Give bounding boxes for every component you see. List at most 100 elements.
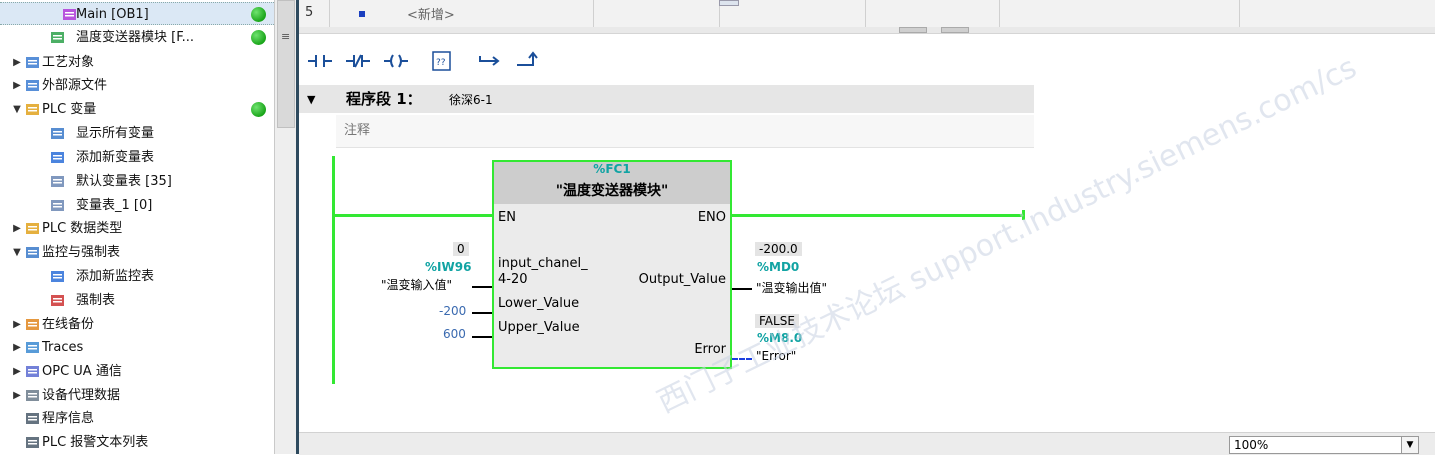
output-address: %MD0 — [757, 260, 800, 274]
block-interface-row[interactable]: 5 <新增> — [299, 0, 1435, 28]
tree-item[interactable]: ▼ 监控与强制表 — [0, 241, 274, 264]
ladder-editor: 5 <新增> ?? ▼ 程序段 1： 徐深6-1 注释 %FC1 "温度变送器模… — [299, 0, 1435, 455]
lower-value-operand[interactable]: -200 — [439, 304, 466, 318]
close-branch-icon[interactable] — [513, 48, 543, 74]
ladder-network: %FC1 "温度变送器模块" EN ENO input_chanel_ 4-20… — [299, 50, 1362, 420]
tree-item[interactable]: 添加新变量表 — [0, 146, 274, 169]
error-tag[interactable]: "Error" — [756, 349, 796, 363]
collapse-icon[interactable]: ▼ — [12, 241, 22, 264]
tree-item-label: 显示所有变量 — [76, 126, 155, 141]
tree-item-label: 外部源文件 — [42, 78, 108, 93]
output-value-pin: Output_Value — [638, 272, 726, 287]
interface-new-placeholder[interactable]: <新增> — [407, 4, 455, 23]
output-live-value: -200.0 — [755, 242, 802, 256]
tree-item[interactable]: 添加新监控表 — [0, 265, 274, 288]
splitter-down-button[interactable] — [941, 27, 969, 33]
tree-item-label: 在线备份 — [42, 317, 95, 332]
tree-item-label: 温度变送器模块 [F... — [76, 30, 194, 45]
upper-value-pin: Upper_Value — [498, 320, 580, 335]
input-channel-pin: input_chanel_ — [498, 256, 588, 271]
watch-table-folder-icon — [25, 245, 41, 260]
zoom-select[interactable]: 100% ▼ — [1229, 436, 1419, 454]
tree-item-label: 默认变量表 [35] — [76, 174, 172, 189]
empty-box-icon[interactable]: ?? — [427, 48, 457, 74]
network-subtitle[interactable]: 徐深6-1 — [449, 91, 493, 108]
tree-item[interactable]: ▶ 设备代理数据 — [0, 384, 274, 407]
chevron-down-icon[interactable]: ▼ — [1401, 437, 1418, 453]
tree-item[interactable]: 强制表 — [0, 289, 274, 312]
tree-item[interactable]: PLC 报警文本列表 — [0, 431, 274, 454]
nc-contact-icon[interactable] — [343, 48, 373, 74]
tree-item[interactable]: 温度变送器模块 [F... — [0, 26, 274, 49]
tree-item[interactable]: ▶ OPC UA 通信 — [0, 360, 274, 383]
upper-value-wire — [472, 336, 492, 338]
lad-toolbar: ?? — [299, 40, 1435, 84]
network-header[interactable]: ▼ 程序段 1： 徐深6-1 — [299, 85, 1034, 113]
open-branch-icon[interactable] — [475, 48, 505, 74]
expand-icon[interactable]: ▶ — [12, 336, 22, 359]
tree-item-label: Traces — [42, 340, 84, 355]
tree-item-label: 程序信息 — [42, 411, 95, 426]
tree-item[interactable]: ▶ 在线备份 — [0, 313, 274, 336]
plc-datatype-icon — [25, 221, 41, 236]
power-rail — [332, 156, 335, 384]
expand-icon[interactable]: ▶ — [12, 360, 22, 383]
expand-icon[interactable]: ▶ — [12, 74, 22, 97]
tree-item[interactable]: 默认变量表 [35] — [0, 170, 274, 193]
show-all-tags-icon — [50, 126, 66, 141]
tree-item[interactable]: 变量表_1 [0] — [0, 194, 274, 217]
tree-item-label: 变量表_1 [0] — [76, 198, 153, 213]
output-tag[interactable]: "温变输出值" — [756, 279, 827, 296]
editor-status-bar: 100% ▼ — [299, 432, 1435, 455]
status-ok-icon — [251, 30, 266, 45]
menu-lines-icon[interactable]: ≡ — [281, 30, 290, 43]
network-comment[interactable]: 注释 — [336, 115, 1034, 148]
error-pin: Error — [694, 342, 726, 357]
tree-item-label: 添加新变量表 — [76, 150, 155, 165]
tree-item-label: PLC 报警文本列表 — [42, 435, 149, 450]
collapse-icon[interactable]: ▼ — [12, 98, 22, 121]
input-channel-wire — [472, 286, 492, 288]
expand-icon[interactable]: ▶ — [12, 217, 22, 240]
expand-icon[interactable]: ▶ — [12, 51, 22, 74]
collapse-network-icon[interactable]: ▼ — [307, 93, 315, 106]
block-address: %FC1 — [593, 162, 631, 176]
tree-item-label: Main [OB1] — [76, 7, 149, 22]
input-channel-tag[interactable]: "温变输入值" — [381, 276, 452, 293]
tree-item-label: 监控与强制表 — [42, 245, 121, 260]
tree-scrollbar-thumb[interactable] — [277, 0, 295, 128]
lower-value-pin: Lower_Value — [498, 296, 580, 311]
eno-wire — [732, 214, 1024, 217]
program-info-icon — [25, 411, 41, 426]
tree-item[interactable]: ▶ PLC 数据类型 — [0, 217, 274, 240]
tree-item[interactable]: 程序信息 — [0, 407, 274, 430]
expand-icon[interactable]: ▶ — [12, 313, 22, 336]
tag-table-icon — [50, 198, 66, 213]
tree-item[interactable]: ▼ PLC 变量 — [0, 98, 274, 121]
coil-icon[interactable] — [381, 48, 411, 74]
interface-splitter[interactable] — [299, 27, 1435, 34]
alarm-text-icon — [25, 435, 41, 450]
network-comment-text: 注释 — [344, 123, 371, 138]
error-live-value: FALSE — [755, 314, 799, 328]
tree-item[interactable]: 显示所有变量 — [0, 122, 274, 145]
interface-dropdown-icon[interactable] — [719, 0, 739, 6]
no-contact-icon[interactable] — [305, 48, 335, 74]
tree-item[interactable]: ▶ Traces — [0, 336, 274, 359]
eno-end — [1022, 210, 1025, 220]
traces-icon — [25, 340, 41, 355]
device-proxy-icon — [25, 388, 41, 403]
status-ok-icon — [251, 102, 266, 117]
function-block[interactable]: %FC1 "温度变送器模块" EN ENO input_chanel_ 4-20… — [492, 160, 732, 369]
splitter-up-button[interactable] — [899, 27, 927, 33]
lower-value-wire — [472, 312, 492, 314]
upper-value-operand[interactable]: 600 — [443, 327, 466, 341]
external-source-icon — [25, 78, 41, 93]
expand-icon[interactable]: ▶ — [12, 384, 22, 407]
tree-item[interactable]: ▶ 外部源文件 — [0, 74, 274, 97]
tree-item[interactable]: ▶ 工艺对象 — [0, 51, 274, 74]
technology-objects-icon — [25, 55, 41, 70]
force-table-icon — [50, 293, 66, 308]
error-wire — [732, 358, 752, 360]
tree-item[interactable]: Main [OB1] — [0, 2, 274, 25]
